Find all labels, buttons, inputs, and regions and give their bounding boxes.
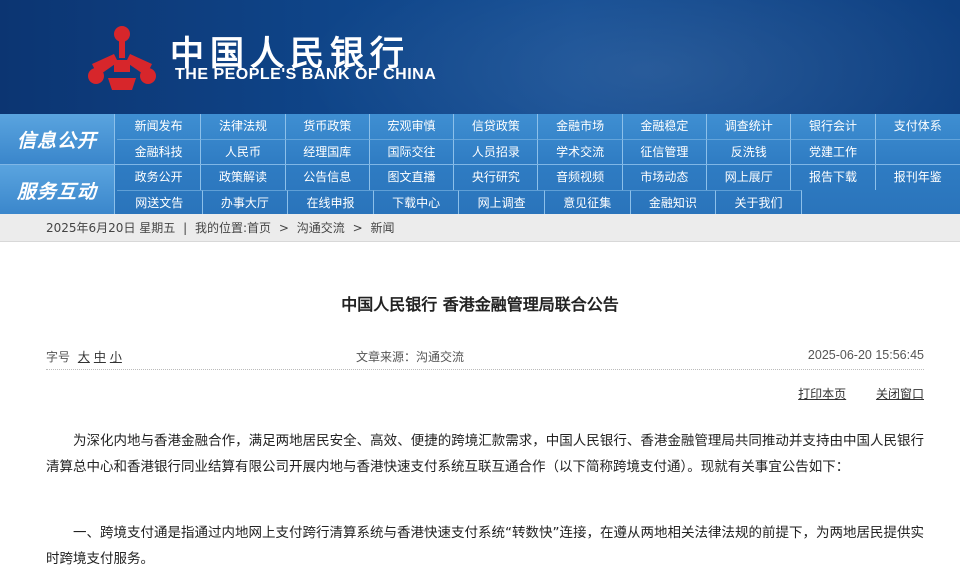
nav-section-info: 信息公开 新闻发布 法律法规 货币政策 宏观审慎 信贷政策 金融市场 金融稳定 … [0, 114, 960, 164]
article-actions: 打印本页 关闭窗口 [772, 385, 924, 402]
nav-item-announcements[interactable]: 公告信息 [286, 165, 370, 190]
current-date: 2025年6月20日 星期五 [46, 221, 176, 235]
breadcrumb-communication[interactable]: 沟通交流 [297, 221, 345, 235]
nav-item-anti-money-laundering[interactable]: 反洗钱 [707, 139, 792, 164]
nav-item-recruitment[interactable]: 人员招录 [454, 139, 539, 164]
nav-item-policy-interpretation[interactable]: 政策解读 [201, 165, 286, 190]
nav-section-title-service: 服务互动 [0, 165, 115, 215]
breadcrumb-divider: | [183, 221, 188, 235]
nav-item-research[interactable]: 央行研究 [454, 165, 539, 190]
nav-item-accounting[interactable]: 银行会计 [791, 114, 876, 139]
breadcrumb-location-label: 我的位置: [194, 221, 248, 235]
nav-item-payment-system[interactable]: 支付体系 [876, 114, 960, 139]
breadcrumb-separator: > [278, 221, 289, 235]
nav-item-laws[interactable]: 法律法规 [201, 114, 286, 139]
nav-item-financial-stability[interactable]: 金融稳定 [623, 114, 708, 139]
nav-item-rmb[interactable]: 人民币 [201, 139, 286, 164]
nav-item-audio-video[interactable]: 音频视频 [538, 165, 623, 190]
article-paragraph: 为深化内地与香港金融合作，满足两地居民安全、高效、便捷的跨境汇款需求，中国人民银… [46, 433, 924, 475]
nav-item-treasury[interactable]: 经理国库 [285, 139, 370, 164]
nav-item-report-download[interactable]: 报告下载 [791, 165, 876, 190]
font-size-label: 字号 [46, 350, 71, 364]
nav-item-macroprudential[interactable]: 宏观审慎 [370, 114, 455, 139]
nav-item-online-survey[interactable]: 网上调查 [459, 190, 545, 215]
nav-item-financial-market[interactable]: 金融市场 [538, 114, 623, 139]
nav-row: 金融科技 人民币 经理国库 国际交往 人员招录 学术交流 征信管理 反洗钱 党建… [117, 139, 960, 164]
breadcrumb-home[interactable]: 首页 [247, 221, 271, 235]
nav-item-empty [875, 139, 960, 164]
nav-item-monetary-policy[interactable]: 货币政策 [286, 114, 370, 139]
print-page-link[interactable]: 打印本页 [798, 387, 846, 401]
main-navigation: 信息公开 新闻发布 法律法规 货币政策 宏观审慎 信贷政策 金融市场 金融稳定 … [0, 114, 960, 215]
nav-item-document-delivery[interactable]: 网送文告 [117, 190, 203, 215]
article-paragraph: 一、跨境支付通是指通过内地网上支付跨行清算系统与香港快速支付系统“转数快”连接，… [46, 525, 924, 567]
nav-item-academic[interactable]: 学术交流 [538, 139, 623, 164]
nav-item-credit-policy[interactable]: 信贷政策 [454, 114, 539, 139]
nav-item-government-affairs[interactable]: 政务公开 [117, 165, 202, 190]
font-size-small[interactable]: 小 [110, 350, 122, 364]
nav-item-service-hall[interactable]: 办事大厅 [202, 190, 289, 215]
nav-item-statistics[interactable]: 调查统计 [707, 114, 792, 139]
font-size-selector: 字号 大中小 [46, 348, 122, 365]
font-size-large[interactable]: 大 [78, 350, 90, 364]
nav-item-news[interactable]: 新闻发布 [117, 114, 202, 139]
nav-row: 新闻发布 法律法规 货币政策 宏观审慎 信贷政策 金融市场 金融稳定 调查统计 … [117, 114, 960, 139]
nav-item-credit-reference[interactable]: 征信管理 [622, 139, 708, 164]
nav-row: 网送文告 办事大厅 在线申报 下载中心 网上调查 意见征集 金融知识 关于我们 [117, 190, 960, 215]
nav-item-about-us[interactable]: 关于我们 [716, 190, 802, 215]
pboc-logo-icon[interactable] [84, 20, 160, 96]
nav-item-online-exhibition[interactable]: 网上展厅 [707, 165, 792, 190]
article-source: 文章来源：沟通交流 [356, 350, 465, 364]
breadcrumb-separator: > [352, 221, 363, 235]
nav-item-market-news[interactable]: 市场动态 [623, 165, 708, 190]
nav-item-international[interactable]: 国际交往 [369, 139, 455, 164]
font-size-medium[interactable]: 中 [94, 350, 106, 364]
nav-item-financial-knowledge[interactable]: 金融知识 [630, 190, 717, 215]
meta-divider [46, 369, 924, 370]
nav-item-party-building[interactable]: 党建工作 [791, 139, 876, 164]
nav-item-yearbooks[interactable]: 报刊年鉴 [876, 165, 960, 190]
nav-item-live-broadcast[interactable]: 图文直播 [370, 165, 455, 190]
article-datetime: 2025-06-20 15:56:45 [807, 348, 924, 362]
close-window-link[interactable]: 关闭窗口 [876, 387, 924, 401]
article-meta: 字号 大中小 文章来源：沟通交流 2025-06-20 15:56:45 [46, 348, 924, 368]
site-header: 中国人民银行 THE PEOPLE'S BANK OF CHINA [0, 0, 960, 114]
nav-row: 政务公开 政策解读 公告信息 图文直播 央行研究 音频视频 市场动态 网上展厅 … [117, 165, 960, 190]
nav-item-feedback[interactable]: 意见征集 [544, 190, 631, 215]
nav-item-fintech[interactable]: 金融科技 [117, 139, 202, 164]
article-title: 中国人民银行 香港金融管理局联合公告 [341, 295, 619, 314]
nav-section-service: 服务互动 政务公开 政策解读 公告信息 图文直播 央行研究 音频视频 市场动态 … [0, 164, 960, 215]
nav-item-online-declaration[interactable]: 在线申报 [288, 190, 374, 215]
nav-section-title-info: 信息公开 [0, 114, 115, 164]
site-title-en: THE PEOPLE'S BANK OF CHINA [175, 66, 437, 83]
nav-item-download-center[interactable]: 下载中心 [373, 190, 460, 215]
breadcrumb: 2025年6月20日 星期五 | 我的位置:首页 > 沟通交流 > 新闻 [0, 214, 960, 242]
breadcrumb-news[interactable]: 新闻 [370, 221, 394, 235]
